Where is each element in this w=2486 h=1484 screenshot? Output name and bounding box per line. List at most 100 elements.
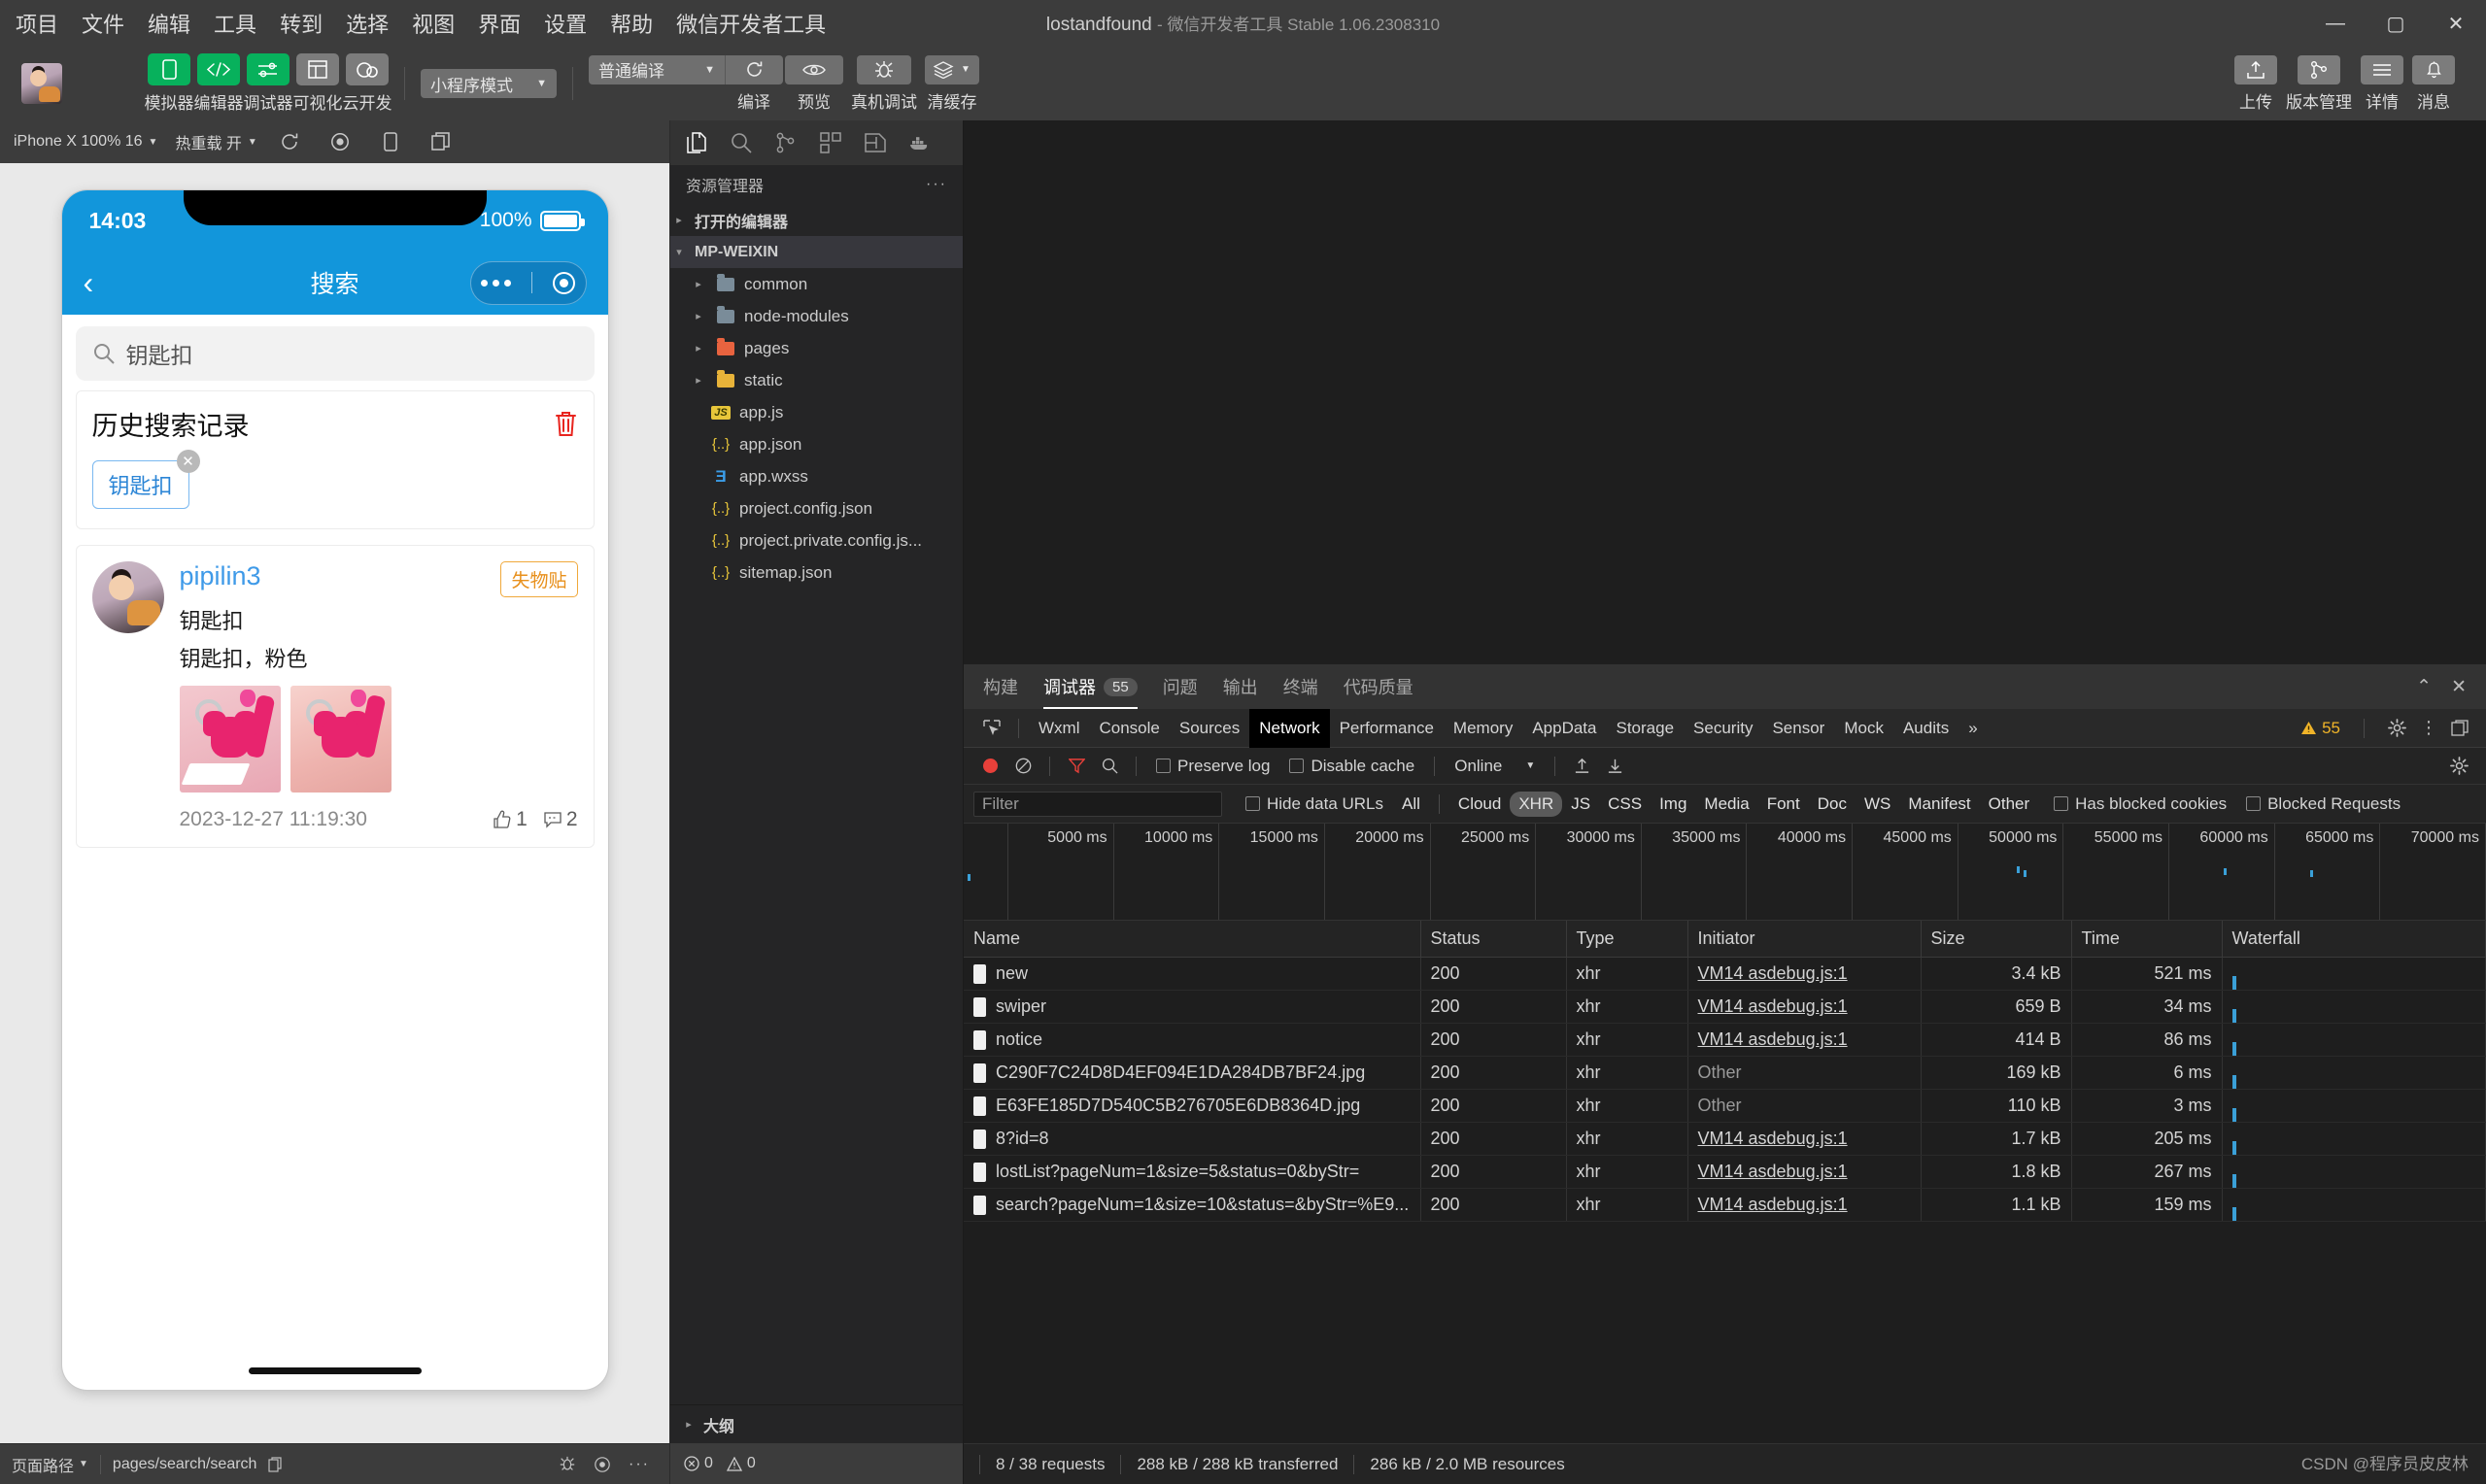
- tab-security[interactable]: Security: [1684, 719, 1762, 738]
- visualizer-toggle-button[interactable]: 可视化: [293, 53, 343, 114]
- panel-tab-debugger[interactable]: 调试器 55: [1043, 664, 1138, 709]
- cell-initiator[interactable]: VM14 asdebug.js:1: [1687, 957, 1922, 991]
- throttle-select[interactable]: Online ▼: [1454, 757, 1535, 776]
- tab-appdata[interactable]: AppData: [1522, 719, 1606, 738]
- filter-type-font[interactable]: Font: [1758, 792, 1809, 817]
- editor-toggle-button[interactable]: 编辑器: [194, 53, 244, 114]
- tree-item-static[interactable]: ▸ static: [670, 364, 963, 396]
- search-icon[interactable]: [1093, 752, 1126, 781]
- initiator-link[interactable]: VM14 asdebug.js:1: [1698, 996, 1848, 1016]
- back-icon[interactable]: ‹: [84, 267, 94, 298]
- more-vertical-icon[interactable]: ⋮: [2420, 718, 2437, 738]
- panel-tab-build[interactable]: 构建: [983, 664, 1018, 709]
- bug-icon[interactable]: [559, 1456, 576, 1473]
- compile-button[interactable]: 编译: [725, 54, 783, 113]
- copy-path-icon[interactable]: [268, 1456, 283, 1472]
- column-header-type[interactable]: Type: [1566, 921, 1688, 958]
- device-select[interactable]: iPhone X 100% 16 ▼: [14, 133, 157, 151]
- filter-type-ws[interactable]: WS: [1856, 792, 1899, 817]
- post-image[interactable]: [179, 686, 281, 793]
- filter-type-cloud[interactable]: Cloud: [1449, 792, 1510, 817]
- cell-name[interactable]: E63FE185D7D540C5B276705E6DB8364D.jpg: [964, 1089, 1421, 1123]
- menu-item-project[interactable]: 项目: [16, 8, 58, 39]
- table-row[interactable]: E63FE185D7D540C5B276705E6DB8364D.jpg 200 x…: [964, 1089, 2486, 1123]
- tab-sources[interactable]: Sources: [1170, 719, 1249, 738]
- blocked-requests-checkbox[interactable]: Blocked Requests: [2246, 794, 2401, 814]
- tree-item-mp-weixin[interactable]: ▾ MP-WEIXIN: [670, 236, 963, 268]
- cloud-toggle-button[interactable]: 云开发: [343, 53, 392, 114]
- record-button[interactable]: [973, 752, 1006, 781]
- cell-name[interactable]: 8?id=8: [964, 1122, 1421, 1156]
- filter-type-css[interactable]: CSS: [1599, 792, 1651, 817]
- initiator-link[interactable]: VM14 asdebug.js:1: [1698, 1029, 1848, 1049]
- simulator-toggle-button[interactable]: 模拟器: [145, 53, 194, 114]
- filter-type-manifest[interactable]: Manifest: [1899, 792, 1979, 817]
- warning-count-badge[interactable]: 55: [2300, 719, 2340, 738]
- copy-icon[interactable]: [426, 129, 456, 154]
- table-row[interactable]: C290F7C24D8D4EF094E1DA284DB7BF24.jpg 200 x…: [964, 1056, 2486, 1090]
- tab-overflow-icon[interactable]: »: [1958, 719, 1987, 738]
- like-stat[interactable]: 1: [493, 808, 528, 831]
- cell-initiator[interactable]: Other: [1687, 1056, 1922, 1090]
- filter-type-all[interactable]: All: [1393, 792, 1429, 817]
- comment-stat[interactable]: 2: [543, 808, 578, 831]
- record-icon[interactable]: [594, 1456, 611, 1473]
- tree-item-pages[interactable]: ▸ pages: [670, 332, 963, 364]
- rotate-icon[interactable]: [275, 129, 304, 154]
- inspect-element-icon[interactable]: [975, 714, 1008, 743]
- initiator-link[interactable]: VM14 asdebug.js:1: [1698, 963, 1848, 983]
- clear-button[interactable]: [1006, 752, 1039, 781]
- real-device-debug-button[interactable]: 真机调试: [851, 54, 917, 113]
- filter-input[interactable]: Filter: [973, 791, 1222, 817]
- avatar[interactable]: [91, 561, 164, 633]
- cell-initiator[interactable]: Other: [1687, 1089, 1922, 1123]
- column-header-name[interactable]: Name: [964, 921, 1421, 958]
- panel-tab-output[interactable]: 输出: [1223, 664, 1258, 709]
- filter-type-img[interactable]: Img: [1651, 792, 1695, 817]
- export-har-icon[interactable]: [1598, 752, 1631, 781]
- table-row[interactable]: 8?id=8 200 xhr VM14 asdebug.js:1 1.7 kB 205 m…: [964, 1122, 2486, 1156]
- menu-item-interface[interactable]: 界面: [478, 8, 521, 39]
- column-header-status[interactable]: Status: [1420, 921, 1567, 958]
- search-icon[interactable]: [729, 130, 754, 155]
- menu-item-tools[interactable]: 工具: [214, 8, 256, 39]
- disable-cache-checkbox[interactable]: Disable cache: [1289, 757, 1414, 776]
- cell-initiator[interactable]: VM14 asdebug.js:1: [1687, 1122, 1922, 1156]
- maximize-button[interactable]: ▢: [2366, 0, 2426, 47]
- record-icon[interactable]: [325, 129, 355, 154]
- cell-initiator[interactable]: VM14 asdebug.js:1: [1687, 990, 1922, 1024]
- tree-item-project-private-config[interactable]: {..} project.private.config.js...: [670, 524, 963, 556]
- more-icon[interactable]: ···: [629, 1456, 650, 1473]
- delete-history-icon[interactable]: [554, 411, 578, 437]
- tab-storage[interactable]: Storage: [1607, 719, 1685, 738]
- cell-initiator[interactable]: VM14 asdebug.js:1: [1687, 1023, 1922, 1057]
- preview-button[interactable]: 预览: [785, 54, 843, 113]
- messages-button[interactable]: 消息: [2412, 54, 2455, 113]
- close-button[interactable]: ✕: [2426, 0, 2486, 47]
- source-control-icon[interactable]: [773, 130, 799, 155]
- tab-memory[interactable]: Memory: [1444, 719, 1522, 738]
- tree-item-node-modules[interactable]: ▸ node-modules: [670, 300, 963, 332]
- filter-icon[interactable]: [1060, 752, 1093, 781]
- filter-type-xhr[interactable]: XHR: [1510, 791, 1563, 817]
- network-settings-icon[interactable]: [2450, 757, 2476, 775]
- tab-performance[interactable]: Performance: [1330, 719, 1444, 738]
- outline-section[interactable]: ▸ 大纲: [670, 1404, 963, 1443]
- post-card[interactable]: pipilin3 失物贴 钥匙扣 钥匙扣，粉色 2023-12-27 11:19…: [75, 545, 595, 848]
- panel-tab-terminal[interactable]: 终端: [1283, 664, 1318, 709]
- filter-type-media[interactable]: Media: [1695, 792, 1757, 817]
- close-panel-button[interactable]: ✕: [2451, 676, 2467, 698]
- cell-name[interactable]: search?pageNum=1&size=10&status=&byStr=%…: [964, 1188, 1421, 1222]
- tree-item-app-js[interactable]: JS app.js: [670, 396, 963, 428]
- tree-item-app-wxss[interactable]: Ǝ app.wxss: [670, 460, 963, 492]
- initiator-link[interactable]: VM14 asdebug.js:1: [1698, 1162, 1848, 1181]
- tab-network[interactable]: Network: [1249, 708, 1330, 748]
- wechat-capsule-button[interactable]: [469, 260, 587, 305]
- search-input[interactable]: 钥匙扣: [75, 326, 595, 381]
- panel-tab-problems[interactable]: 问题: [1163, 664, 1198, 709]
- menu-item-view[interactable]: 视图: [412, 8, 455, 39]
- device-icon[interactable]: [376, 129, 405, 154]
- more-icon[interactable]: [481, 279, 511, 287]
- version-control-button[interactable]: 版本管理: [2286, 54, 2352, 113]
- docker-icon[interactable]: [907, 130, 933, 155]
